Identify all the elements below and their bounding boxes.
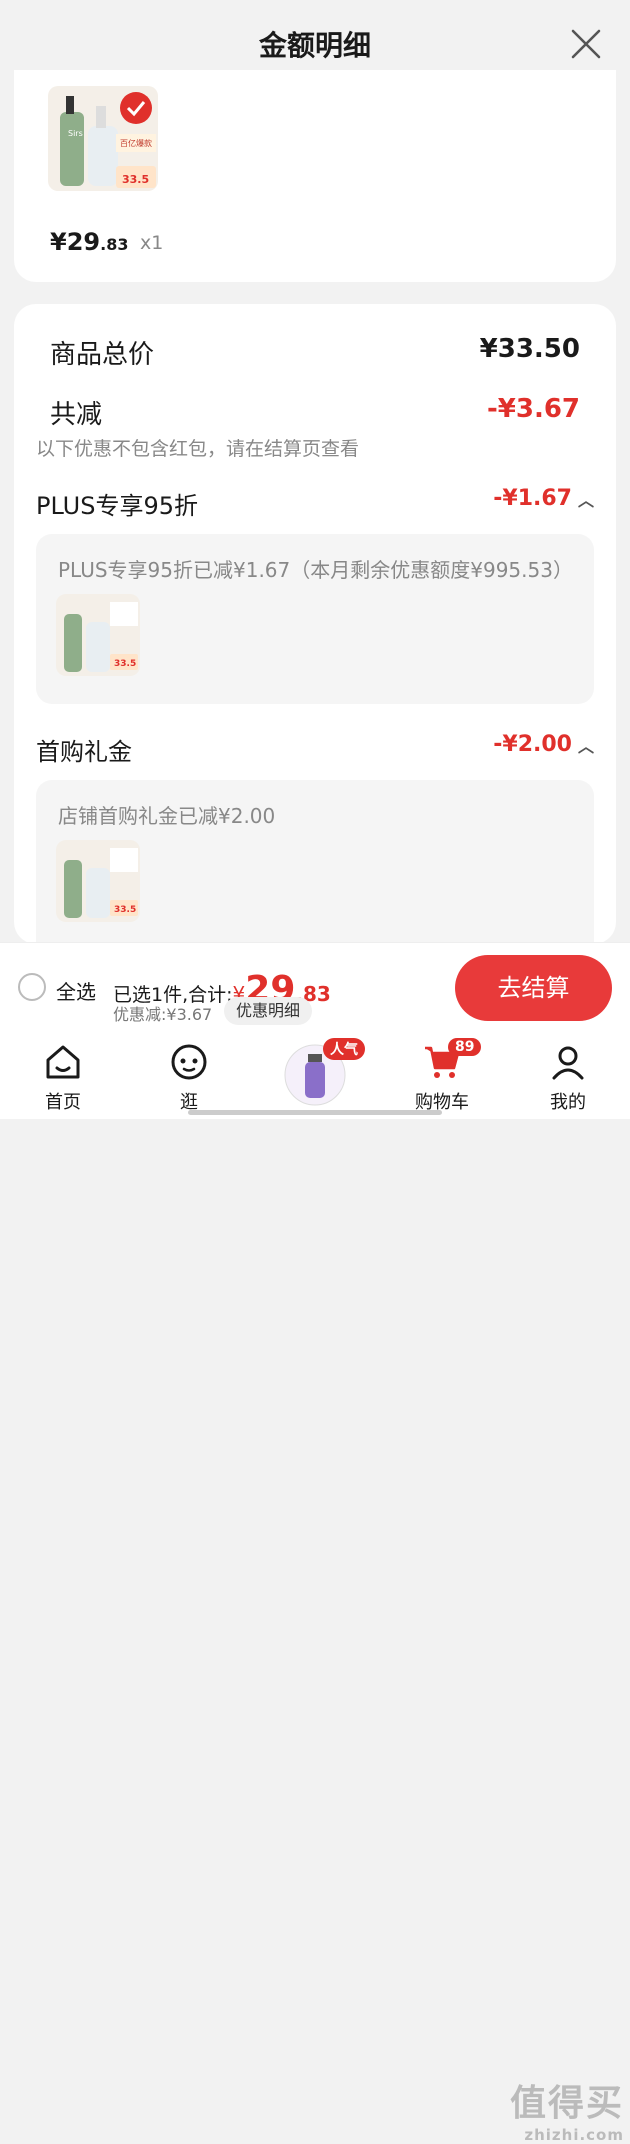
product-price-int: ¥29 (50, 228, 101, 256)
watermark: 值得买 zhizhi.com (510, 2074, 624, 2144)
bottom-tab-bar: 首页 逛 人气 89 购物车 我的 值得买 zhizhi.com (0, 1034, 630, 2144)
discount-value-gift: -¥2.00 ︿ (493, 732, 594, 757)
home-indicator[interactable] (188, 1110, 442, 1115)
reduce-value: -¥3.67 (486, 394, 580, 424)
tab-home[interactable]: 首页 (13, 1034, 113, 1119)
reduce-note: 以下优惠不包含红包，请在结算页查看 (36, 438, 360, 460)
select-all-radio[interactable] (18, 973, 46, 1001)
discount-detail-button[interactable]: 优惠明细 (224, 997, 312, 1025)
profile-icon (552, 1046, 584, 1080)
select-all-label[interactable]: 全选 (56, 976, 96, 1005)
reduce-label: 共减 (50, 400, 103, 430)
popular-badge: 人气 (323, 1038, 365, 1060)
tab-label: 我的 (550, 1092, 586, 1113)
checkout-button[interactable]: 去结算 (455, 955, 612, 1021)
discount-detail-text: 店铺首购礼金已减¥2.00 (58, 804, 276, 828)
reduce-row: 共减 -¥3.67 (50, 394, 580, 430)
discount-product-image: 33.5 (56, 594, 140, 676)
discount-label: 首购礼金 (36, 738, 132, 766)
discount-detail-box-plus: PLUS专享95折已减¥1.67（本月剩余优惠额度¥995.53） 33.5 (36, 534, 594, 704)
total-value: ¥33.50 (479, 334, 580, 364)
discount-detail-text: PLUS专享95折已减¥1.67（本月剩余优惠额度¥995.53） (58, 558, 573, 582)
tab-browse[interactable]: 逛 (139, 1034, 239, 1119)
watermark-main: 值得买 (509, 2083, 624, 2124)
discount-row-plus[interactable]: PLUS专享95折 -¥1.67 ︿ (36, 486, 594, 520)
discount-summary: 优惠减:¥3.67 (113, 1005, 213, 1024)
discount-product-image: 33.5 (56, 840, 140, 922)
total-row: 商品总价 ¥33.50 (50, 334, 580, 370)
tab-cart[interactable]: 89 购物车 (392, 1034, 492, 1119)
discount-row-gift[interactable]: 首购礼金 -¥2.00 ︿ (36, 732, 594, 766)
discount-label: PLUS专享95折 (36, 492, 198, 520)
checkout-bar: 全选 已选1件,合计:¥29.83 优惠减:¥3.67 优惠明细 去结算 (0, 942, 630, 1034)
sheet-title: 金额明细 (258, 29, 371, 62)
product-image[interactable]: Sirs 百亿爆款 33.5 (48, 86, 158, 191)
tab-label: 首页 (45, 1092, 81, 1113)
tab-profile[interactable]: 我的 (518, 1034, 618, 1119)
watermark-sub: zhizhi.com (524, 2126, 624, 2144)
product-brand-text: Sirs (68, 129, 83, 138)
home-icon (46, 1045, 80, 1079)
svg-text:33.5: 33.5 (114, 659, 136, 669)
tab-popular-product[interactable]: 人气 (265, 1034, 365, 1119)
svg-text:33.5: 33.5 (114, 905, 136, 915)
product-card: Sirs 百亿爆款 33.5 ¥29.83 x1 (14, 70, 616, 282)
total-label: 商品总价 (50, 340, 155, 370)
chevron-up-icon: ︿ (577, 491, 594, 510)
product-promo-price: 33.5 (122, 173, 149, 186)
product-price-dec: .83 (100, 235, 129, 254)
summary-card: 商品总价 ¥33.50 共减 -¥3.67 以下优惠不包含红包，请在结算页查看 … (14, 304, 616, 944)
browse-face-icon (171, 1044, 207, 1080)
cart-count-badge: 89 (448, 1038, 482, 1056)
close-icon[interactable] (570, 28, 602, 60)
product-quantity: x1 (140, 232, 164, 254)
product-promo-text: 百亿爆款 (120, 138, 152, 148)
discount-value-plus: -¥1.67 ︿ (493, 486, 594, 511)
amount-detail-sheet: 金额明细 Sirs 百亿爆款 33.5 ¥29.83 x1 商品总价 ¥33.5… (0, 0, 630, 944)
discount-detail-box-gift: 店铺首购礼金已减¥2.00 33.5 (36, 780, 594, 944)
chevron-up-icon: ︿ (577, 737, 594, 756)
product-price: ¥29.83 (50, 228, 128, 256)
